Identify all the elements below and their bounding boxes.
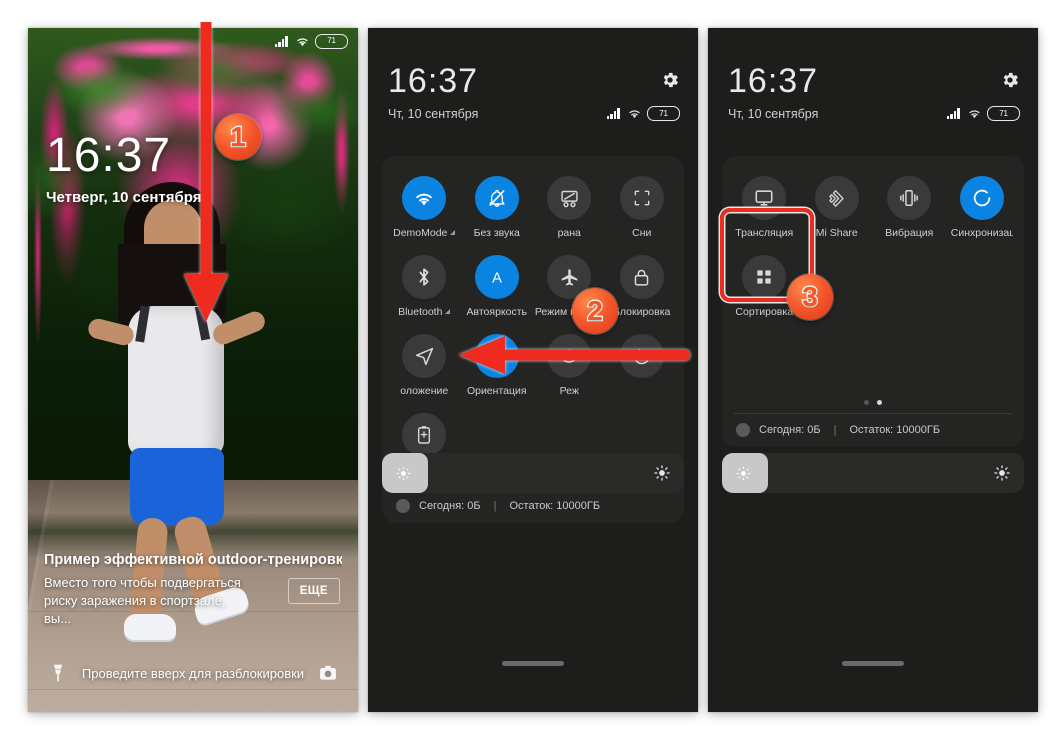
brightness-slider[interactable] <box>382 453 684 493</box>
tile-screenshot[interactable]: Сни <box>606 170 679 243</box>
tile-label: Блокировка <box>613 306 671 318</box>
badge-number: 2 <box>586 295 604 326</box>
control-center-header: 16:37 Чт, 10 сентября 71 <box>728 64 1020 121</box>
tile-label-text: Bluetooth <box>398 306 443 318</box>
cc-status-icons: 71 <box>607 106 680 121</box>
tile-auto-brightness[interactable]: A Автояркость <box>461 249 534 322</box>
unlock-hint-text: Проведите вверх для разблокировки <box>81 665 305 681</box>
battery-indicator: 71 <box>987 106 1020 121</box>
signal-bars-icon <box>947 108 962 119</box>
cc-time: 16:37 <box>388 62 479 100</box>
tile-silent[interactable]: Без звука <box>461 170 534 243</box>
tile-label: Без звука <box>473 227 520 239</box>
lockscreen-bottom-bar: Проведите вверх для разблокировки <box>28 658 358 688</box>
badge-number: 1 <box>229 121 247 152</box>
tile-demomode[interactable]: DemoMode <box>388 170 461 243</box>
tile-label: Автояркость <box>466 306 528 318</box>
auto-brightness-small-icon[interactable] <box>395 465 412 482</box>
notification-body: Вместо того чтобы подвергаться риску зар… <box>44 575 241 626</box>
data-usage-icon <box>736 423 750 437</box>
annotation-arrow-swipe-left <box>455 336 691 374</box>
vibration-icon <box>887 176 932 220</box>
tile-screen-record[interactable]: рана <box>533 170 606 243</box>
auto-brightness-icon: A <box>474 255 519 299</box>
screenshot-stage: 71 16:37 Четверг, 10 сентября Пример эфф… <box>0 0 1064 740</box>
chevron-expand-icon[interactable] <box>450 229 456 235</box>
tile-label: Bluetooth <box>398 306 451 318</box>
tile-location[interactable]: оложение <box>388 328 461 401</box>
tile-label: рана <box>557 227 581 239</box>
tile-label: Mi Share <box>815 227 858 239</box>
data-usage-separator: | <box>493 500 497 512</box>
svg-text:A: A <box>492 271 502 287</box>
annotation-step-badge-3: 3 <box>787 274 833 320</box>
brightness-sun-icon[interactable] <box>653 464 671 482</box>
phone-screen-control-center-page2: 16:37 Чт, 10 сентября 71 Трансляция Mi S… <box>708 28 1038 712</box>
cc-status-icons: 71 <box>947 106 1020 121</box>
signal-bars-icon <box>607 108 622 119</box>
signal-bars-icon <box>275 35 290 47</box>
pager-dot-2[interactable] <box>877 400 882 405</box>
notification-more-button[interactable]: ЕЩЕ <box>287 578 340 604</box>
quick-settings-grid: DemoMode Без звука рана Сни Bluetooth A … <box>382 166 684 468</box>
screen-record-icon <box>547 176 592 220</box>
chevron-expand-icon[interactable] <box>445 308 451 314</box>
sync-icon <box>959 176 1004 220</box>
cc-time: 16:37 <box>728 62 819 100</box>
auto-brightness-small-icon[interactable] <box>735 465 752 482</box>
tile-label: Ориентация <box>466 385 527 397</box>
gear-icon[interactable] <box>660 70 680 90</box>
wifi-icon <box>629 110 640 119</box>
data-usage-today: Сегодня: 0Б <box>419 500 481 512</box>
tile-sync[interactable]: Синхронизаци <box>946 170 1019 243</box>
annotation-arrow-swipe-down <box>178 22 234 342</box>
data-usage-remaining: Остаток: 10000ГБ <box>849 424 941 436</box>
data-usage-row[interactable]: Сегодня: 0Б | Остаток: 10000ГБ <box>382 490 684 515</box>
location-icon <box>402 334 447 378</box>
battery-indicator: 71 <box>647 106 680 121</box>
screenshot-icon <box>619 176 664 220</box>
badge-number: 3 <box>801 281 819 312</box>
battery-saver-icon <box>402 413 447 457</box>
data-usage-row[interactable]: Сегодня: 0Б | Остаток: 10000ГБ <box>722 414 1024 439</box>
tile-label: Сортировка <box>735 306 794 318</box>
lockscreen-notification[interactable]: Пример эффективной outdoor-тренировки ..… <box>44 552 342 628</box>
brightness-sun-icon[interactable] <box>993 464 1011 482</box>
data-usage-today: Сегодня: 0Б <box>759 424 821 436</box>
tile-label-text: DemoMode <box>393 227 448 239</box>
battery-indicator: 71 <box>315 33 348 49</box>
annotation-step-badge-1: 1 <box>215 114 261 160</box>
notification-title: Пример эффективной outdoor-тренировки ..… <box>44 552 342 568</box>
tile-bluetooth[interactable]: Bluetooth <box>388 249 461 322</box>
brightness-slider[interactable] <box>722 453 1024 493</box>
tile-label: Реж <box>559 385 579 397</box>
data-usage-remaining: Остаток: 10000ГБ <box>509 500 601 512</box>
tile-vibration[interactable]: Вибрация <box>873 170 946 243</box>
home-indicator[interactable] <box>842 661 904 666</box>
tile-label: Вибрация <box>885 227 934 239</box>
tile-label: DemoMode <box>393 227 456 239</box>
wifi-icon <box>969 110 980 119</box>
wifi-icon <box>297 37 308 46</box>
wifi-icon <box>402 176 447 220</box>
lock-icon <box>619 255 664 299</box>
bell-mute-icon <box>474 176 519 220</box>
gear-icon[interactable] <box>1000 70 1020 90</box>
annotation-step-badge-2: 2 <box>572 288 618 334</box>
home-indicator[interactable] <box>502 661 564 666</box>
data-usage-separator: | <box>833 424 837 436</box>
pager-dot-1[interactable] <box>864 400 869 405</box>
mi-share-icon <box>814 176 859 220</box>
bluetooth-icon <box>402 255 447 299</box>
data-usage-icon <box>396 499 410 513</box>
tile-label: Синхронизаци <box>950 227 1013 239</box>
tile-label: оложение <box>400 385 449 397</box>
control-center-header: 16:37 Чт, 10 сентября 71 <box>388 64 680 121</box>
quick-settings-pager[interactable] <box>722 400 1024 405</box>
tile-label: Сни <box>632 227 652 239</box>
